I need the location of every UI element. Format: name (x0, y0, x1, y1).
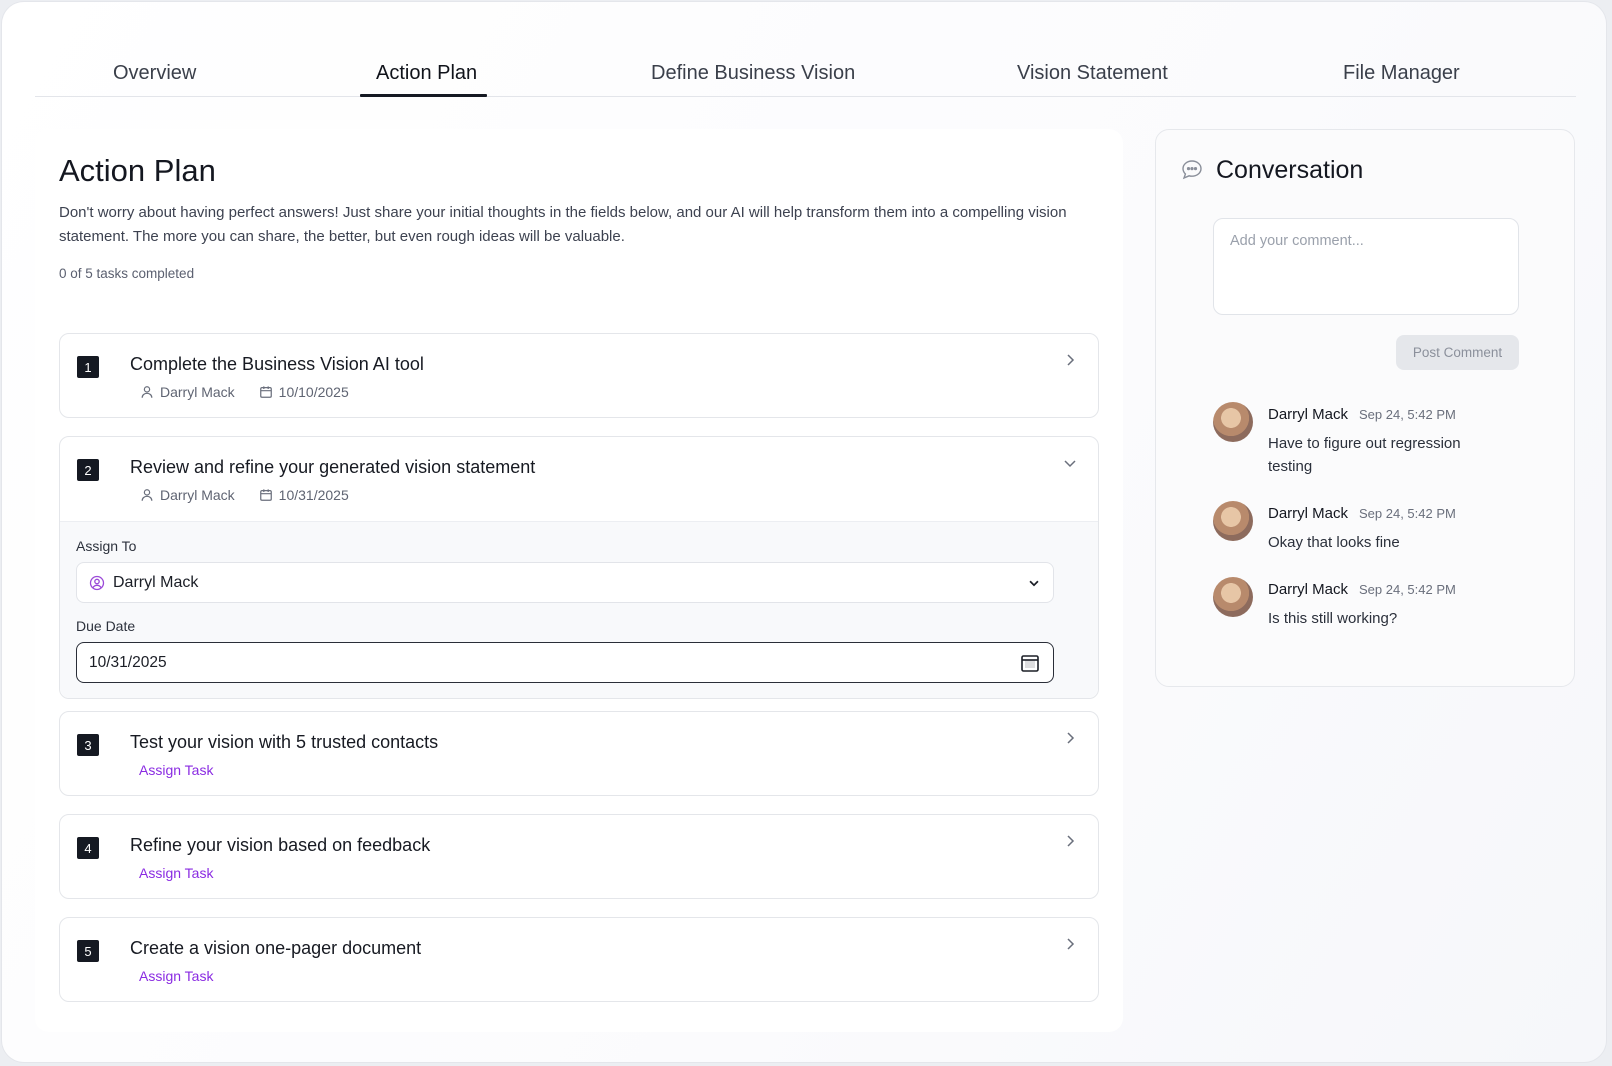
assign-task-link[interactable]: Assign Task (139, 762, 213, 778)
avatar (1213, 402, 1253, 442)
comment-input[interactable] (1213, 218, 1519, 315)
comment-author: Darryl Mack (1268, 581, 1349, 598)
task-number: 5 (77, 940, 99, 962)
task-edit-form: Assign To Darryl Mack Due Date (60, 521, 1098, 698)
action-plan-panel: Action Plan Don't worry about having per… (35, 129, 1123, 1032)
intro-text: Don't worry about having perfect answers… (59, 204, 1067, 245)
user-icon (141, 386, 153, 398)
task-assignee: Darryl Mack (160, 487, 235, 503)
calendar-icon (259, 386, 272, 398)
conversation-title: Conversation (1216, 156, 1364, 184)
task-card-1[interactable]: 1 Complete the Business Vision AI tool D… (59, 333, 1099, 418)
app-window: Overview Action Plan Define Business Vis… (2, 2, 1606, 1062)
active-tab-indicator (360, 94, 487, 97)
task-card-2[interactable]: 2 Review and refine your generated visio… (59, 436, 1099, 699)
page-title: Action Plan (59, 153, 216, 188)
task-title: Complete the Business Vision AI tool (130, 354, 424, 374)
task-number: 1 (77, 356, 99, 378)
chat-bubble-icon (1182, 160, 1202, 180)
task-due-date: 10/31/2025 (278, 487, 349, 503)
conversation-panel: Conversation Post Comment Darryl Mack Se… (1155, 129, 1575, 687)
task-meta: Darryl Mack 10/31/2025 (140, 487, 349, 503)
chevron-down-icon[interactable] (1062, 455, 1078, 471)
comment-time: Sep 24, 5:42 PM (1359, 506, 1456, 521)
task-title: Test your vision with 5 trusted contacts (130, 732, 439, 752)
due-date-label: Due Date (76, 618, 136, 634)
assign-task-link[interactable]: Assign Task (139, 968, 213, 984)
assign-to-select[interactable]: Darryl Mack (76, 562, 1054, 603)
task-number: 3 (77, 734, 99, 756)
chevron-right-icon[interactable] (1062, 352, 1078, 368)
assign-task-link[interactable]: Assign Task (139, 865, 213, 881)
user-circle-icon (89, 575, 105, 591)
task-title: Refine your vision based on feedback (130, 835, 431, 855)
comment-item: Darryl Mack Sep 24, 5:42 PM Have to figu… (1213, 402, 1533, 482)
comment-text: Have to figure out regression testing (1268, 435, 1461, 475)
comment-text: Is this still working? (1268, 610, 1398, 627)
tab-overview[interactable]: Overview (113, 62, 196, 96)
tab-bar: Overview Action Plan Define Business Vis… (35, 54, 1576, 97)
task-card-3[interactable]: 3 Test your vision with 5 trusted contac… (59, 711, 1099, 796)
assign-to-value: Darryl Mack (113, 574, 199, 591)
avatar (1213, 501, 1253, 541)
post-comment-button[interactable]: Post Comment (1396, 335, 1519, 370)
user-icon (141, 489, 153, 501)
progress-text: 0 of 5 tasks completed (59, 266, 195, 281)
tab-define-business-vision[interactable]: Define Business Vision (651, 62, 855, 96)
chevron-right-icon[interactable] (1062, 833, 1078, 849)
calendar-icon (259, 489, 272, 501)
tab-file-manager[interactable]: File Manager (1343, 62, 1460, 96)
assign-to-label: Assign To (76, 538, 137, 554)
tab-vision-statement[interactable]: Vision Statement (1017, 62, 1168, 96)
chevron-right-icon[interactable] (1062, 936, 1078, 952)
chevron-right-icon[interactable] (1062, 730, 1078, 746)
task-title: Create a vision one-pager document (130, 938, 422, 958)
comment-time: Sep 24, 5:42 PM (1359, 407, 1456, 422)
comment-author: Darryl Mack (1268, 406, 1349, 423)
task-due-date: 10/10/2025 (278, 384, 349, 400)
due-date-input[interactable] (76, 642, 1054, 683)
task-card-5[interactable]: 5 Create a vision one-pager document Ass… (59, 917, 1099, 1002)
task-card-4[interactable]: 4 Refine your vision based on feedback A… (59, 814, 1099, 899)
task-title: Review and refine your generated vision … (130, 457, 536, 477)
calendar-picker-icon[interactable] (1020, 653, 1040, 673)
tab-action-plan[interactable]: Action Plan (376, 62, 477, 96)
comment-time: Sep 24, 5:42 PM (1359, 582, 1456, 597)
task-assignee: Darryl Mack (160, 384, 235, 400)
comment-item: Darryl Mack Sep 24, 5:42 PM Okay that lo… (1213, 501, 1533, 561)
comment-text: Okay that looks fine (1268, 534, 1400, 551)
comment-item: Darryl Mack Sep 24, 5:42 PM Is this stil… (1213, 577, 1533, 637)
task-meta: Darryl Mack 10/10/2025 (140, 384, 349, 400)
task-number: 4 (77, 837, 99, 859)
task-number: 2 (77, 459, 99, 481)
avatar (1213, 577, 1253, 617)
chevron-down-icon (1029, 580, 1039, 587)
comment-author: Darryl Mack (1268, 505, 1349, 522)
